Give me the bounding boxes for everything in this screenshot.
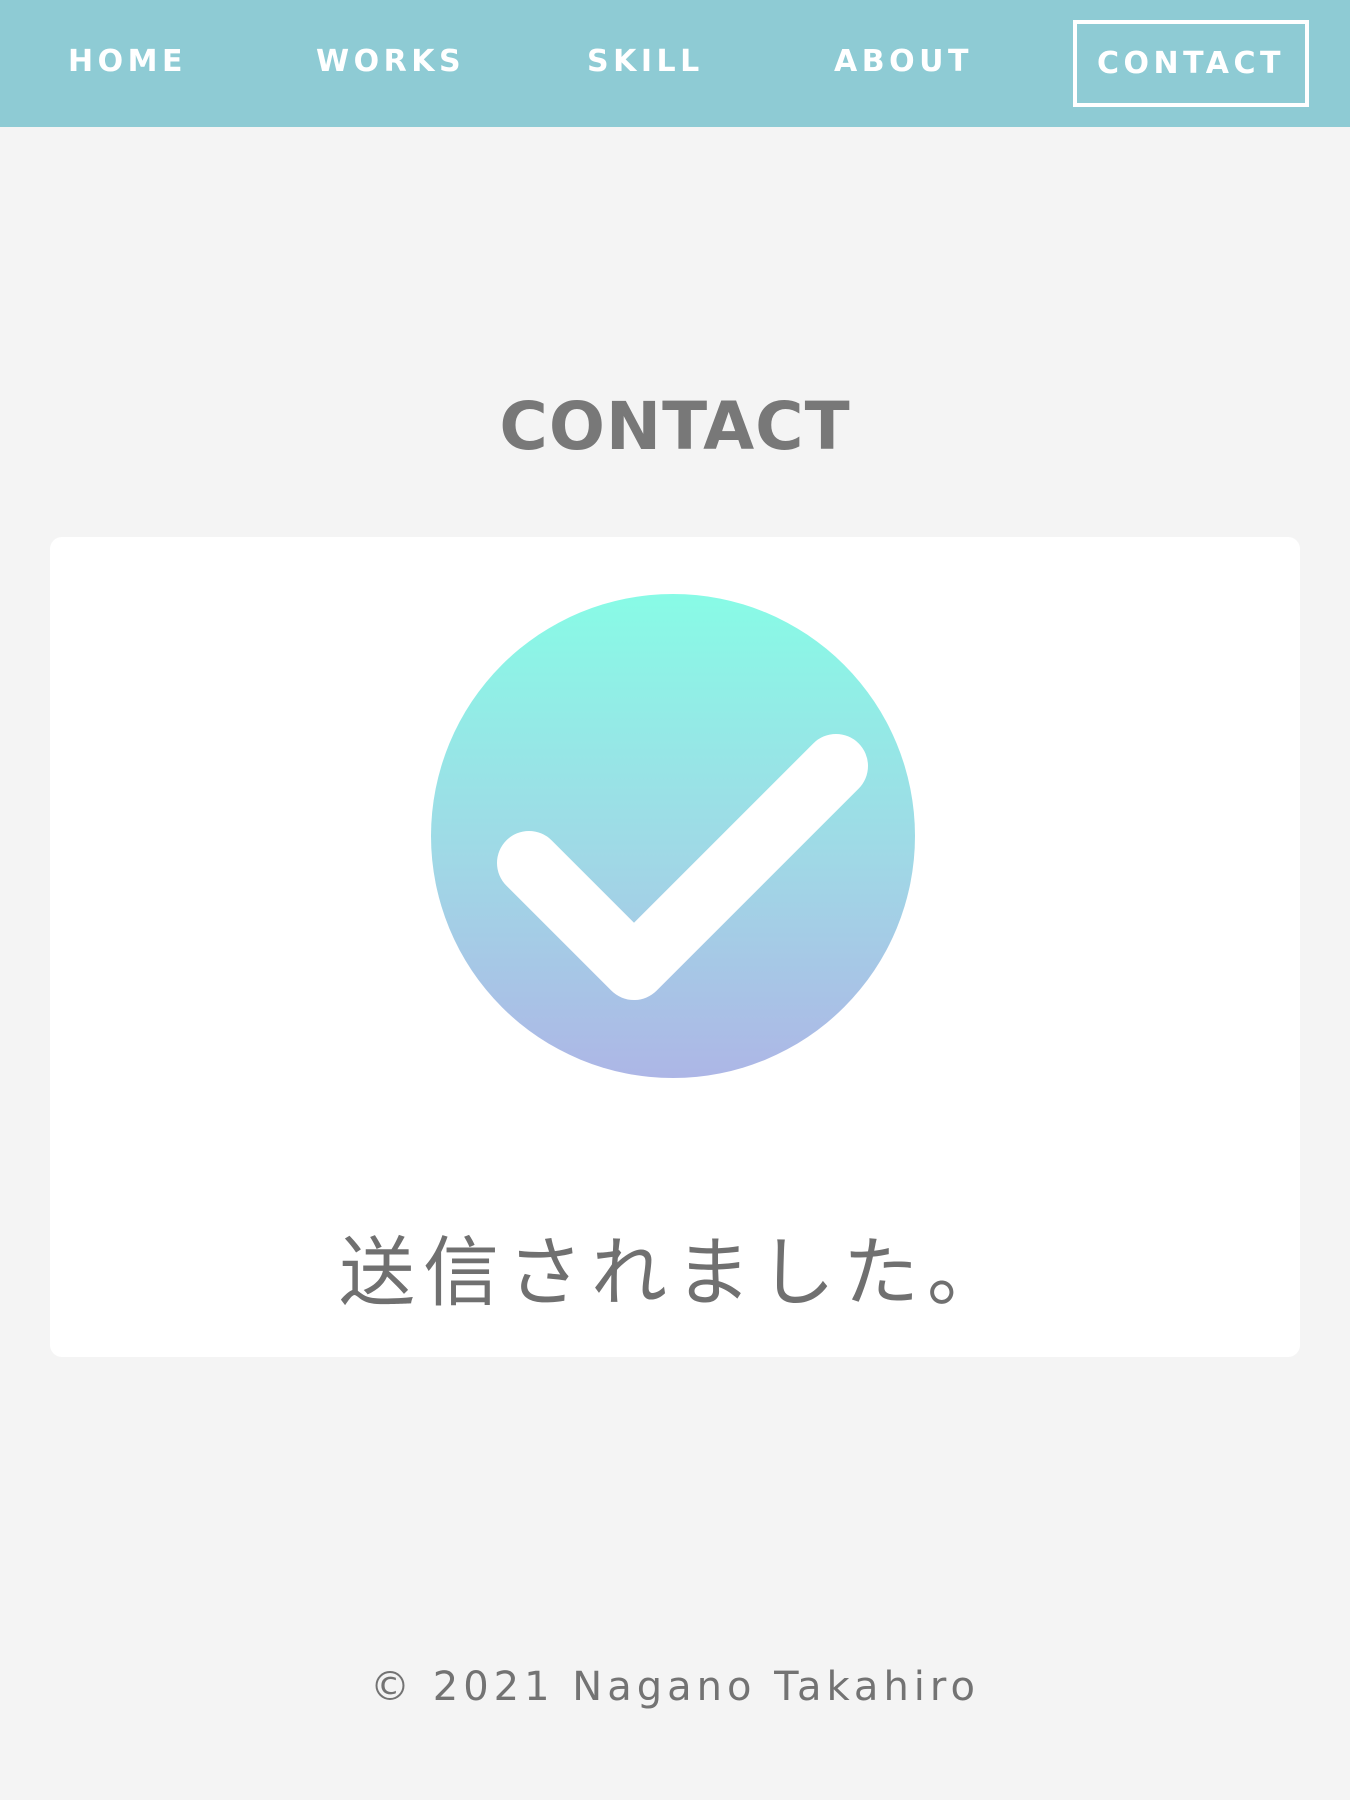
success-message: 送信されました。 — [339, 1228, 1011, 1317]
check-circle-svg — [431, 594, 915, 1078]
nav-home-link[interactable]: HOME — [68, 44, 187, 80]
check-circle-background — [431, 594, 915, 1078]
page-title: contact — [499, 362, 851, 472]
nav-skill-link[interactable]: SKILL — [587, 44, 704, 80]
nav-works-link[interactable]: WORKS — [316, 44, 465, 80]
success-card: 送信されました。 — [50, 537, 1300, 1357]
top-navigation: HOME WORKS SKILL ABOUT CONTACT — [0, 0, 1350, 127]
nav-contact-link[interactable]: CONTACT — [1073, 20, 1309, 107]
check-circle-icon — [431, 594, 915, 1078]
nav-about-link[interactable]: ABOUT — [834, 44, 973, 80]
footer-copyright: © 2021 Nagano Takahiro — [370, 1664, 980, 1710]
